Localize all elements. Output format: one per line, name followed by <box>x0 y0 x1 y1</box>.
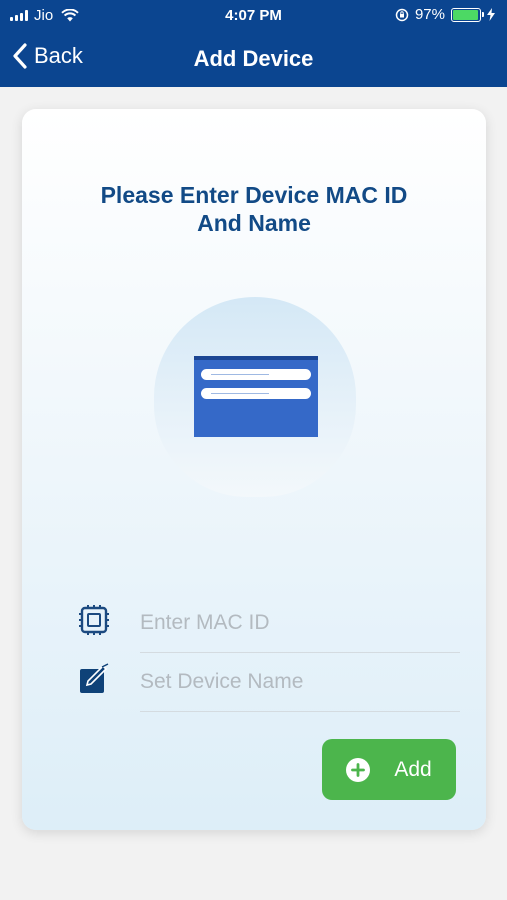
edit-icon <box>80 663 109 693</box>
heading-line-1: Please Enter Device MAC ID <box>100 182 408 208</box>
heading-line-2: And Name <box>197 210 311 236</box>
nav-bar: Back Add Device <box>0 30 507 87</box>
orientation-lock-icon <box>395 8 409 21</box>
device-name-field <box>78 653 460 712</box>
add-device-card: Please Enter Device MAC ID And Name Add <box>22 109 486 830</box>
add-button[interactable]: Add <box>322 739 456 800</box>
card-heading: Please Enter Device MAC ID And Name <box>42 181 466 237</box>
illustration-bar <box>201 388 311 399</box>
status-right: 97% <box>395 6 495 23</box>
device-form-illustration <box>194 356 318 437</box>
status-bar: Jio 4:07 PM 97% <box>0 0 507 30</box>
chip-icon <box>79 605 109 635</box>
mac-id-field <box>78 594 460 653</box>
battery-icon <box>451 7 484 22</box>
add-label: Add <box>394 757 432 781</box>
device-name-input[interactable] <box>140 653 460 712</box>
page-title: Add Device <box>193 46 314 71</box>
battery-percent: 97% <box>414 6 445 23</box>
charging-icon <box>487 8 495 21</box>
illustration-bar <box>201 369 311 380</box>
mac-id-input[interactable] <box>140 594 460 653</box>
plus-circle-icon <box>346 757 371 782</box>
